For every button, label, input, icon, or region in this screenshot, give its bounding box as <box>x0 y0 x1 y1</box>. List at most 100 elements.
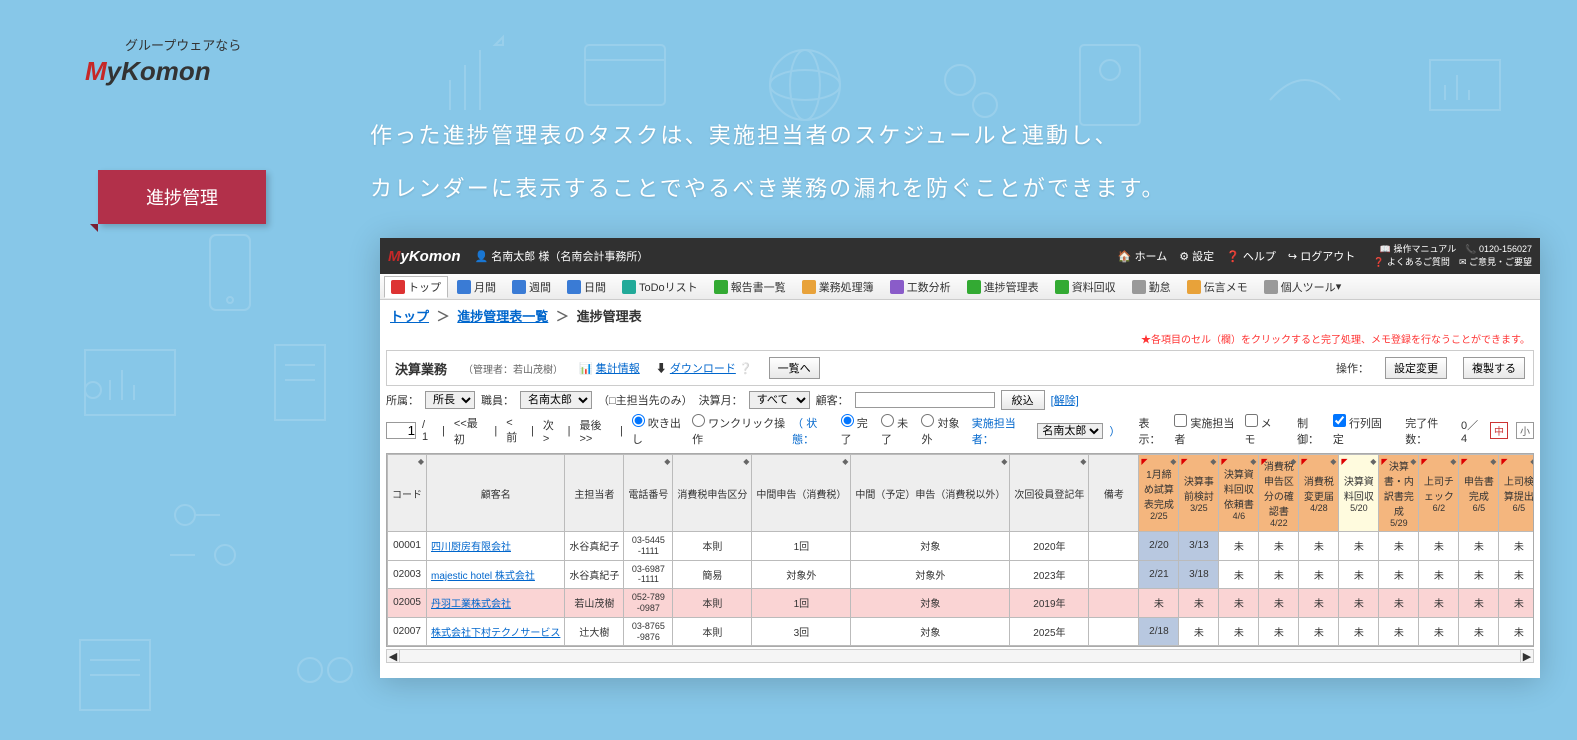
tab-top[interactable]: トップ <box>384 276 448 298</box>
cell-task[interactable]: 未 <box>1499 532 1534 561</box>
scroll-left-icon[interactable]: ◀ <box>386 649 400 663</box>
col-task-0[interactable]: ◤◆1月締め試算表完成2/25 <box>1139 455 1179 532</box>
radio-done[interactable]: 完了 <box>841 414 875 447</box>
cell-task[interactable]: 3/13 <box>1179 532 1219 561</box>
tab-reports[interactable]: 報告書一覧 <box>707 276 793 298</box>
col-nextreg[interactable]: ◆次回役員登記年 <box>1010 455 1089 532</box>
tab-materials[interactable]: 資料回収 <box>1048 276 1123 298</box>
help-icon[interactable]: ❔ <box>739 363 753 375</box>
cell-client[interactable]: 四川厨房有限会社 <box>427 532 565 561</box>
cell-task[interactable]: 未 <box>1499 617 1534 646</box>
cell-task[interactable]: 未 <box>1139 589 1179 618</box>
check-fix-rowcol[interactable]: 行列固定 <box>1333 414 1387 447</box>
cell-remarks[interactable] <box>1089 589 1139 618</box>
assignee-select[interactable]: 名南太郎 <box>1037 423 1103 439</box>
tab-weekly[interactable]: 週間 <box>505 276 558 298</box>
cell-task[interactable]: 未 <box>1299 560 1339 589</box>
col-task-2[interactable]: ◤◆決算資料回収依頼書4/6 <box>1219 455 1259 532</box>
cell-task[interactable]: 未 <box>1459 617 1499 646</box>
cell-task[interactable]: 未 <box>1339 532 1379 561</box>
page-next[interactable]: 次> <box>543 417 559 445</box>
cell-task[interactable]: 未 <box>1299 532 1339 561</box>
cell-remarks[interactable] <box>1089 532 1139 561</box>
staff-select[interactable]: 名南太郎 <box>520 391 592 409</box>
cell-task[interactable]: 未 <box>1379 617 1419 646</box>
client-input[interactable] <box>855 392 995 408</box>
cell-task[interactable]: 3/18 <box>1179 560 1219 589</box>
cell-task[interactable]: 未 <box>1259 589 1299 618</box>
cell-task[interactable]: 2/21 <box>1139 560 1179 589</box>
cell-task[interactable]: 未 <box>1419 560 1459 589</box>
col-taxcat[interactable]: ◆消費税申告区分 <box>673 455 752 532</box>
cell-task[interactable]: 未 <box>1339 617 1379 646</box>
tab-monthly[interactable]: 月間 <box>450 276 503 298</box>
cell-task[interactable]: 未 <box>1219 617 1259 646</box>
cell-task[interactable]: 未 <box>1299 617 1339 646</box>
col-interim1[interactable]: ◆中間申告（消費税） <box>752 455 851 532</box>
col-task-7[interactable]: ◤◆上司チェック6/2 <box>1419 455 1459 532</box>
cell-task[interactable]: 未 <box>1339 589 1379 618</box>
col-task-4[interactable]: ◤◆消費税変更届4/28 <box>1299 455 1339 532</box>
col-main[interactable]: 主担当者 <box>565 455 624 532</box>
tab-attendance[interactable]: 勤怠 <box>1125 276 1178 298</box>
cell-task[interactable]: 未 <box>1179 617 1219 646</box>
crumb-list[interactable]: 進捗管理表一覧 <box>457 309 548 324</box>
tab-daily[interactable]: 日間 <box>560 276 613 298</box>
radio-undone[interactable]: 未了 <box>881 414 915 447</box>
cell-task[interactable]: 2/20 <box>1139 532 1179 561</box>
cell-remarks[interactable] <box>1089 617 1139 646</box>
nav-logout[interactable]: ↪ ログアウト <box>1288 248 1355 264</box>
cell-client[interactable]: majestic hotel 株式会社 <box>427 560 565 589</box>
page-prev[interactable]: <前 <box>506 417 522 445</box>
cell-client[interactable]: 株式会社下村テクノサービス <box>427 617 565 646</box>
cell-task[interactable]: 未 <box>1259 560 1299 589</box>
radio-excluded[interactable]: 対象外 <box>921 414 965 447</box>
nav-settings[interactable]: ⚙ 設定 <box>1179 248 1214 264</box>
change-settings-button[interactable]: 設定変更 <box>1385 357 1447 379</box>
cell-task[interactable]: 未 <box>1459 589 1499 618</box>
cell-remarks[interactable] <box>1089 560 1139 589</box>
radio-bubble[interactable]: 吹き出し <box>632 414 686 447</box>
tab-memo[interactable]: 伝言メモ <box>1180 276 1255 298</box>
col-task-6[interactable]: ◤◆決算書・内訳書完成5/29 <box>1379 455 1419 532</box>
cell-task[interactable]: 未 <box>1419 532 1459 561</box>
page-input[interactable] <box>386 422 416 439</box>
radio-oneclick[interactable]: ワンクリック操作 <box>692 414 786 447</box>
h-scrollbar[interactable]: ◀ ▶ <box>386 649 1534 663</box>
search-button[interactable]: 絞込 <box>1001 390 1045 410</box>
nav-help[interactable]: ❓ ヘルプ <box>1226 248 1276 264</box>
cell-task[interactable]: 未 <box>1499 560 1534 589</box>
tab-hours[interactable]: 工数分析 <box>883 276 958 298</box>
col-task-8[interactable]: ◤◆申告書完成6/5 <box>1459 455 1499 532</box>
cell-task[interactable]: 未 <box>1219 560 1259 589</box>
cell-task[interactable]: 2/18 <box>1139 617 1179 646</box>
cell-task[interactable]: 未 <box>1259 532 1299 561</box>
cell-task[interactable]: 未 <box>1179 589 1219 618</box>
cell-task[interactable]: 未 <box>1379 589 1419 618</box>
scroll-right-icon[interactable]: ▶ <box>1520 649 1534 663</box>
col-task-3[interactable]: ◤◆消費税申告区分の確認書4/22 <box>1259 455 1299 532</box>
nav-home[interactable]: 🏠 ホーム <box>1118 248 1167 264</box>
col-task-5[interactable]: ◤◆決算資料回収5/20 <box>1339 455 1379 532</box>
period-select[interactable]: すべて <box>749 391 810 409</box>
page-last[interactable]: 最後>> <box>579 417 611 445</box>
col-remarks[interactable]: 備考 <box>1089 455 1139 532</box>
cell-task[interactable]: 未 <box>1299 589 1339 618</box>
clear-link[interactable]: [解除] <box>1051 392 1079 408</box>
tab-workbook[interactable]: 業務処理簿 <box>795 276 881 298</box>
size-small-badge[interactable]: 小 <box>1516 422 1534 439</box>
link-download[interactable]: ダウンロード <box>670 363 736 375</box>
to-list-button[interactable]: 一覧へ <box>769 357 820 379</box>
tab-progress[interactable]: 進捗管理表 <box>960 276 1046 298</box>
col-phone[interactable]: ◆電話番号 <box>624 455 673 532</box>
dept-select[interactable]: 所長 <box>425 391 475 409</box>
cell-task[interactable]: 未 <box>1459 532 1499 561</box>
col-code[interactable]: ◆コード <box>388 455 427 532</box>
col-task-9[interactable]: ◤◆上司検算提出6/5 <box>1499 455 1534 532</box>
size-mid-badge[interactable]: 中 <box>1490 422 1508 439</box>
duplicate-button[interactable]: 複製する <box>1463 357 1525 379</box>
tab-todo[interactable]: ToDoリスト <box>615 276 705 298</box>
check-show-memo[interactable]: メモ <box>1245 414 1279 447</box>
cell-task[interactable]: 未 <box>1459 560 1499 589</box>
cell-task[interactable]: 未 <box>1379 560 1419 589</box>
